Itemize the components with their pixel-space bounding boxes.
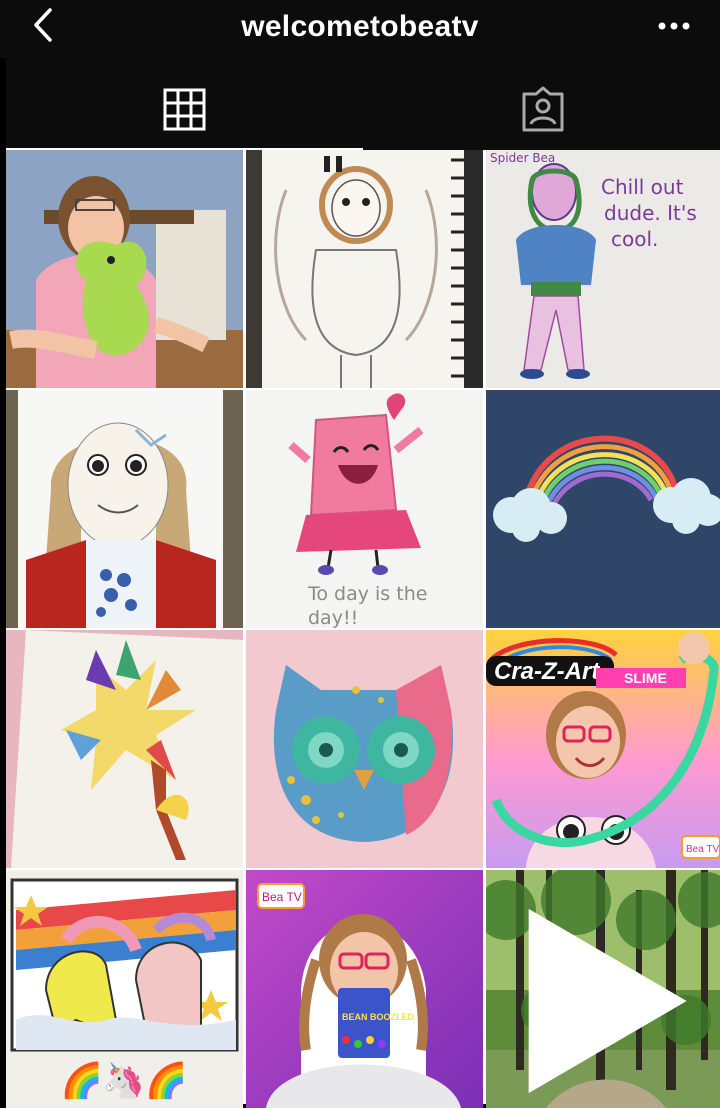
product-label: SLIME xyxy=(624,670,667,686)
post-pink-character-drawing[interactable]: To day is the day!! xyxy=(246,390,483,628)
post-spider-bea-drawing[interactable]: Spider Bea Chill out dude. It's cool. xyxy=(486,150,720,388)
post-bean-boozled-video[interactable]: Bea TV BEAN BOOZLED xyxy=(246,870,483,1108)
post-watercolor-flower[interactable] xyxy=(6,630,243,868)
brand-logo-text: Cra-Z-Art xyxy=(494,658,600,685)
tagged-person-icon xyxy=(522,86,564,132)
tab-tagged[interactable] xyxy=(363,58,720,150)
drawing-caption-line-2: dude. It's xyxy=(604,201,697,225)
emoji-caption: 🌈🦄🌈 xyxy=(60,1060,187,1100)
post-image xyxy=(486,390,720,628)
profile-tab-bar xyxy=(6,58,720,150)
post-image: 🌈🦄🌈 xyxy=(6,870,243,1108)
play-icon xyxy=(528,908,687,1094)
post-image: To day is the day!! xyxy=(246,390,483,628)
post-image xyxy=(6,390,243,628)
profile-username: welcometobeatv xyxy=(241,10,479,43)
post-image: Bea TV BEAN BOOZLED xyxy=(246,870,483,1108)
post-girl-with-plush[interactable] xyxy=(6,150,243,388)
drawing-caption-line-3: cool. xyxy=(611,227,658,251)
posts-grid: Spider Bea Chill out dude. It's cool. To… xyxy=(6,150,720,1108)
post-image xyxy=(246,150,483,388)
more-horizontal-icon[interactable] xyxy=(656,10,696,44)
post-crazart-slime[interactable]: Cra-Z-Art SLIME Bea TV xyxy=(486,630,720,868)
post-image xyxy=(246,630,483,868)
post-image: Cra-Z-Art SLIME Bea TV xyxy=(486,630,720,868)
post-unicorn-coloring[interactable]: 🌈🦄🌈 xyxy=(6,870,243,1108)
post-painted-owl[interactable] xyxy=(246,630,483,868)
post-angel-drawing[interactable] xyxy=(246,150,483,388)
channel-badge: Bea TV xyxy=(686,844,719,855)
post-forest-video[interactable] xyxy=(486,870,720,1108)
post-image xyxy=(6,630,243,868)
post-image xyxy=(6,150,243,388)
drawing-heading: Spider Bea xyxy=(490,151,555,165)
drawing-caption-line-1: To day is the xyxy=(307,583,427,605)
tab-posts-grid[interactable] xyxy=(6,58,363,150)
drawing-caption-line-2: day!! xyxy=(308,607,358,628)
package-text: BEAN BOOZLED xyxy=(342,1012,415,1022)
profile-header: welcometobeatv xyxy=(0,0,720,58)
post-image: Spider Bea Chill out dude. It's cool. xyxy=(486,150,720,388)
post-self-portrait-collage[interactable] xyxy=(6,390,243,628)
channel-badge: Bea TV xyxy=(262,890,302,904)
post-chalk-rainbow[interactable] xyxy=(486,390,720,628)
grid-icon xyxy=(163,88,206,131)
drawing-caption-line-1: Chill out xyxy=(601,175,684,199)
